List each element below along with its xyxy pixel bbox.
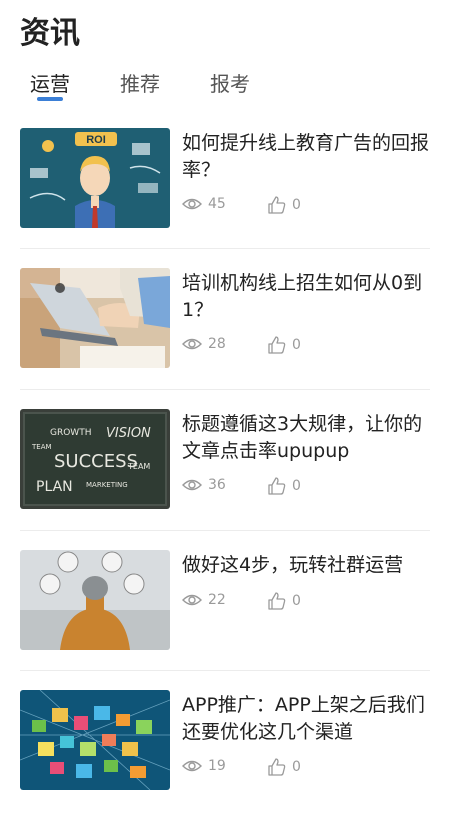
- article-thumbnail: GROWTH VISION TEAM SUCCESS TEAM PLAN MAR…: [20, 409, 170, 509]
- eye-icon: [182, 198, 202, 210]
- view-count: 19: [182, 758, 226, 774]
- view-count-value: 19: [208, 758, 226, 774]
- view-count: 36: [182, 477, 226, 493]
- eye-icon: [182, 760, 202, 772]
- like-count-value: 0: [292, 593, 301, 609]
- tab-recommended[interactable]: 推荐: [120, 68, 160, 97]
- like-count-value: 0: [292, 478, 301, 494]
- article-title[interactable]: 培训机构线上招生如何从0到1？: [182, 270, 430, 324]
- page-title: 资讯: [20, 16, 80, 51]
- eye-icon: [182, 594, 202, 606]
- article-item[interactable]: 培训机构线上招生如何从0到1？ 28 0: [20, 268, 430, 408]
- tab-exam[interactable]: 报考: [210, 68, 250, 97]
- eye-icon: [182, 338, 202, 350]
- svg-text:TEAM: TEAM: [127, 462, 150, 471]
- like-count[interactable]: 0: [268, 336, 301, 354]
- article-thumbnail: [20, 690, 170, 790]
- like-count[interactable]: 0: [268, 758, 301, 776]
- thumbs-up-icon[interactable]: [268, 758, 286, 776]
- svg-text:VISION: VISION: [106, 426, 151, 441]
- divider: [20, 670, 430, 671]
- tab-bar: 运营 推荐 报考: [0, 62, 450, 102]
- view-count-value: 36: [208, 477, 226, 493]
- article-title[interactable]: 如何提升线上教育广告的回报率？: [182, 130, 430, 184]
- thumbs-up-icon[interactable]: [268, 592, 286, 610]
- article-thumbnail: [20, 550, 170, 650]
- svg-text:ROI: ROI: [86, 134, 106, 146]
- like-count[interactable]: 0: [268, 477, 301, 495]
- divider: [20, 248, 430, 249]
- thumbs-up-icon[interactable]: [268, 196, 286, 214]
- article-item[interactable]: ROI 如何提升线上教育广告的回报率？ 45 0: [20, 128, 430, 268]
- article-thumbnail: ROI: [20, 128, 170, 228]
- eye-icon: [182, 479, 202, 491]
- thumbs-up-icon[interactable]: [268, 336, 286, 354]
- article-title[interactable]: 标题遵循这3大规律，让你的文章点击率upupup: [182, 411, 430, 465]
- svg-text:TEAM: TEAM: [31, 443, 52, 451]
- thumbs-up-icon[interactable]: [268, 477, 286, 495]
- svg-text:MARKETING: MARKETING: [86, 481, 128, 489]
- like-count[interactable]: 0: [268, 196, 301, 214]
- view-count-value: 28: [208, 336, 226, 352]
- view-count-value: 45: [208, 196, 226, 212]
- article-title[interactable]: APP推广：APP上架之后我们还要优化这几个渠道: [182, 692, 430, 746]
- article-item[interactable]: APP推广：APP上架之后我们还要优化这几个渠道 19 0: [20, 690, 430, 830]
- like-count[interactable]: 0: [268, 592, 301, 610]
- article-item[interactable]: GROWTH VISION TEAM SUCCESS TEAM PLAN MAR…: [20, 409, 430, 549]
- like-count-value: 0: [292, 337, 301, 353]
- view-count: 22: [182, 592, 226, 608]
- divider: [20, 530, 430, 531]
- svg-text:SUCCESS: SUCCESS: [54, 451, 138, 472]
- article-thumbnail: [20, 268, 170, 368]
- view-count-value: 22: [208, 592, 226, 608]
- tab-operations[interactable]: 运营: [30, 68, 70, 97]
- svg-text:GROWTH: GROWTH: [50, 428, 91, 438]
- divider: [20, 389, 430, 390]
- view-count: 28: [182, 336, 226, 352]
- view-count: 45: [182, 196, 226, 212]
- article-item[interactable]: 做好这4步，玩转社群运营 22 0: [20, 550, 430, 690]
- active-tab-indicator: [37, 97, 63, 101]
- article-title[interactable]: 做好这4步，玩转社群运营: [182, 552, 430, 579]
- like-count-value: 0: [292, 197, 301, 213]
- like-count-value: 0: [292, 759, 301, 775]
- svg-text:PLAN: PLAN: [36, 479, 73, 495]
